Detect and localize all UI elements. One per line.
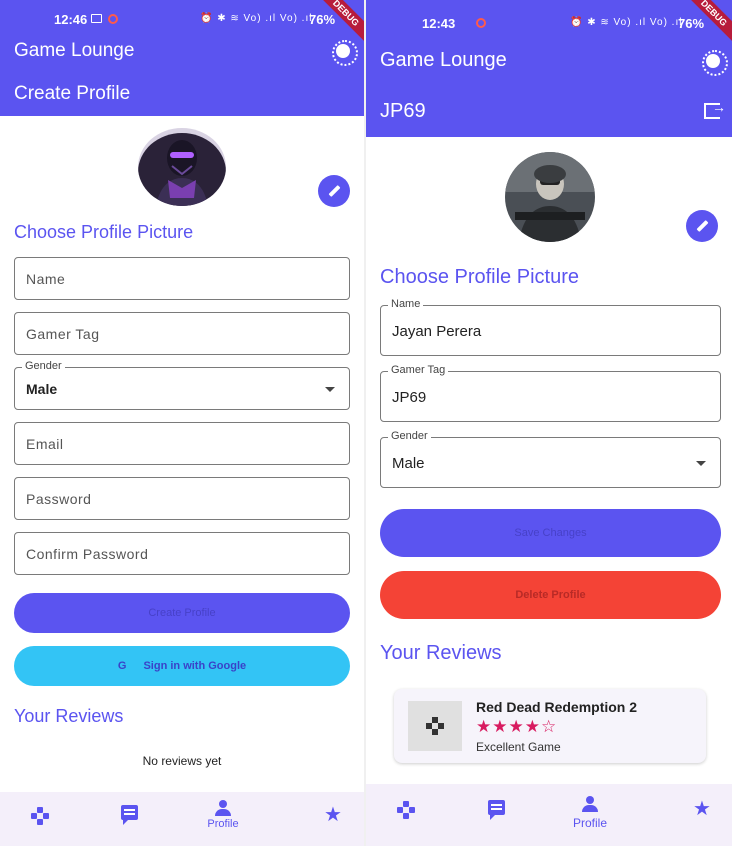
- status-icons: ⏰ ✱ ≋ Vo) .ıl Vo) .ıl: [570, 17, 683, 28]
- password-placeholder: Password: [26, 491, 92, 507]
- create-profile-screen: 12:46 ⏰ ✱ ≋ Vo) .ıl Vo) .ıl 76% DEBUG Ga…: [0, 0, 364, 846]
- nav-games[interactable]: [30, 806, 50, 826]
- avatar: [505, 152, 595, 242]
- nav-profile-label: Profile: [572, 816, 607, 830]
- page-title: Create Profile: [14, 83, 131, 104]
- gender-value: Male: [392, 455, 425, 472]
- status-time: 12:46: [54, 12, 88, 27]
- google-sign-in-label: Sign in with Google: [143, 660, 247, 672]
- app-bar: 12:46 ⏰ ✱ ≋ Vo) .ıl Vo) .ıl 76% DEBUG Ga…: [0, 0, 364, 116]
- page-title: JP69: [380, 100, 426, 122]
- name-label: Name: [388, 298, 424, 310]
- status-time: 12:43: [422, 16, 456, 31]
- google-icon: G: [117, 660, 127, 672]
- theme-toggle-icon[interactable]: [702, 50, 728, 76]
- chat-icon: [121, 805, 138, 825]
- battery-level: 76%: [309, 12, 336, 27]
- choose-picture-heading: Choose Profile Picture: [380, 266, 579, 288]
- delete-profile-button[interactable]: Delete Profile: [380, 571, 721, 619]
- gender-dropdown[interactable]: Gender Male: [380, 430, 721, 488]
- app-bar: 12:43 ⏰ ✱ ≋ Vo) .ıl Vo) .ıl 76% DEBUG Ga…: [366, 0, 732, 137]
- nav-favorites[interactable]: ★: [314, 802, 342, 826]
- gender-label: Gender: [388, 430, 431, 442]
- email-placeholder: Email: [26, 436, 64, 452]
- pencil-icon: [696, 219, 709, 233]
- gamer-tag-placeholder: Gamer Tag: [26, 326, 100, 342]
- nav-favorites[interactable]: ★: [683, 796, 711, 820]
- gamer-tag-field[interactable]: Gamer Tag JP69: [380, 364, 721, 422]
- gamer-tag-field[interactable]: Gamer Tag: [14, 312, 350, 355]
- pencil-icon: [328, 184, 341, 198]
- gamer-tag-label: Gamer Tag: [388, 364, 449, 376]
- armored-soldier-avatar-image: [138, 128, 226, 206]
- review-comment: Excellent Game: [476, 740, 561, 754]
- bottom-nav: Profile ★: [366, 784, 732, 846]
- edit-avatar-button[interactable]: [686, 210, 718, 242]
- email-field[interactable]: Email: [14, 422, 350, 465]
- chat-icon: [488, 800, 505, 820]
- controller-icon: [31, 807, 49, 825]
- review-card[interactable]: Red Dead Redemption 2 ★★★★☆ Excellent Ga…: [394, 689, 706, 763]
- star-icon: ★: [693, 798, 711, 820]
- bottom-nav: Profile ★: [0, 792, 364, 846]
- status-bar: 12:43 ⏰ ✱ ≋ Vo) .ıl Vo) .ıl 76%: [366, 0, 732, 36]
- reviews-heading: Your Reviews: [380, 642, 502, 664]
- record-icon: [476, 18, 486, 28]
- status-icons: ⏰ ✱ ≋ Vo) .ıl Vo) .ıl: [200, 13, 313, 24]
- gamer-tag-value: JP69: [392, 389, 427, 406]
- nav-profile[interactable]: Profile: [196, 800, 250, 840]
- nav-profile-label: Profile: [207, 818, 239, 830]
- theme-toggle-icon[interactable]: [332, 40, 358, 66]
- nav-games[interactable]: [396, 800, 416, 820]
- save-changes-button[interactable]: Save Changes: [380, 509, 721, 557]
- avatar: [138, 128, 226, 206]
- nav-chat[interactable]: [112, 805, 138, 825]
- name-value: Jayan Perera: [392, 323, 482, 340]
- name-placeholder: Name: [26, 271, 66, 287]
- gender-dropdown[interactable]: Gender Male: [14, 360, 350, 410]
- app-title: Game Lounge: [380, 49, 507, 71]
- google-sign-in-button[interactable]: G Sign in with Google: [14, 646, 350, 686]
- status-bar: 12:46 ⏰ ✱ ≋ Vo) .ıl Vo) .ıl 76%: [0, 0, 364, 36]
- nav-profile[interactable]: Profile: [563, 796, 617, 838]
- review-star-rating: ★★★★☆: [476, 717, 558, 736]
- tactical-soldier-avatar-image: [505, 152, 595, 242]
- dropdown-arrow-icon: [696, 461, 706, 466]
- app-title: Game Lounge: [14, 40, 135, 61]
- star-icon: ★: [324, 804, 342, 826]
- logout-icon[interactable]: [704, 99, 726, 119]
- name-field[interactable]: Name Jayan Perera: [380, 298, 721, 356]
- nav-chat[interactable]: [479, 800, 505, 820]
- person-icon: [215, 800, 231, 816]
- record-icon: [108, 14, 118, 24]
- gender-label: Gender: [22, 360, 65, 372]
- gallery-icon: [91, 14, 102, 23]
- controller-icon: [397, 801, 415, 819]
- reviews-heading: Your Reviews: [14, 706, 124, 726]
- name-field[interactable]: Name: [14, 257, 350, 300]
- game-thumbnail: [408, 701, 462, 751]
- confirm-password-placeholder: Confirm Password: [26, 546, 149, 562]
- review-game-title: Red Dead Redemption 2: [476, 699, 638, 715]
- edit-avatar-button[interactable]: [318, 175, 350, 207]
- edit-profile-screen: 12:43 ⏰ ✱ ≋ Vo) .ıl Vo) .ıl 76% DEBUG Ga…: [366, 0, 732, 846]
- person-icon: [582, 796, 598, 812]
- confirm-password-field[interactable]: Confirm Password: [14, 532, 350, 575]
- battery-level: 76%: [678, 16, 705, 31]
- dropdown-arrow-icon: [325, 387, 335, 392]
- choose-picture-heading: Choose Profile Picture: [14, 222, 194, 242]
- password-field[interactable]: Password: [14, 477, 350, 520]
- empty-reviews-message: No reviews yet: [142, 754, 222, 768]
- create-profile-button[interactable]: Create Profile: [14, 593, 350, 633]
- gamepad-icon: [426, 717, 444, 735]
- gender-value: Male: [26, 381, 58, 397]
